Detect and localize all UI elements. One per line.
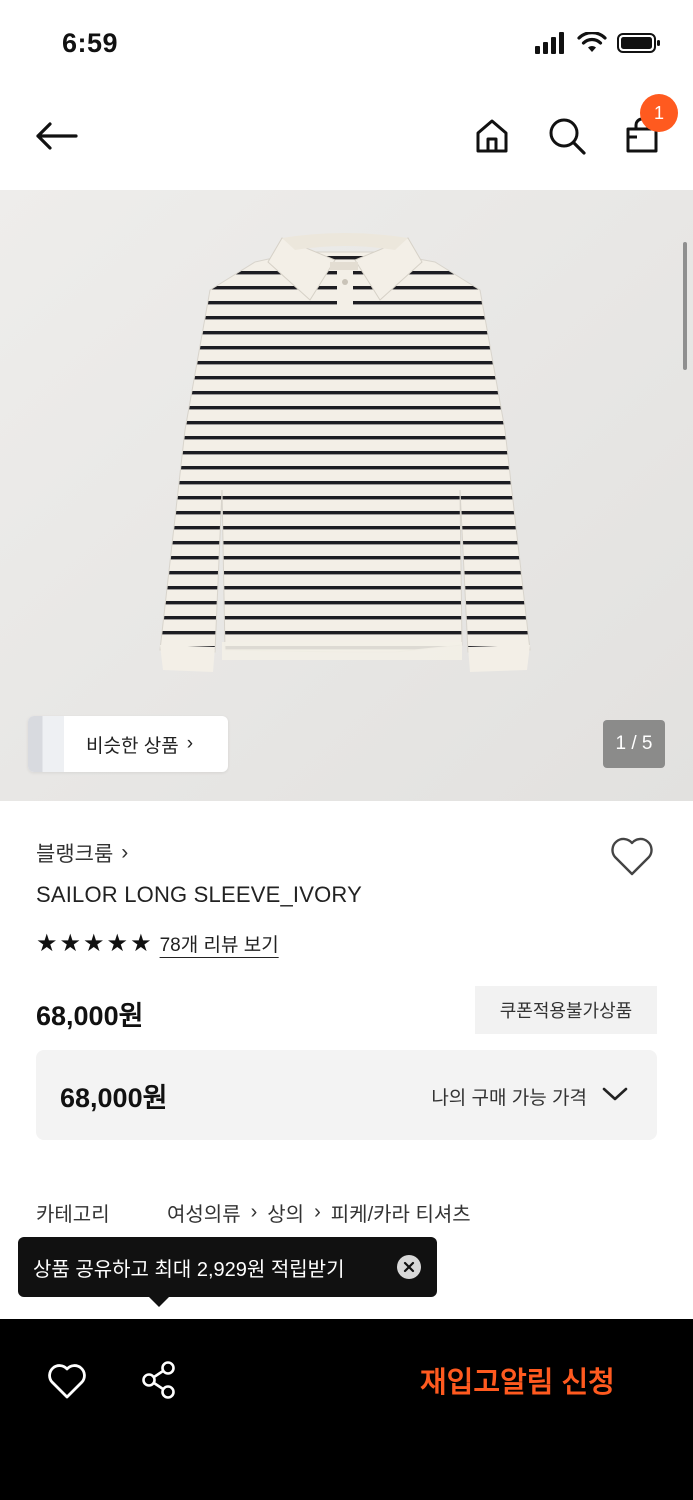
- category-breadcrumb: 카테고리 여성의류 › 상의 › 피케/카라 티셔츠: [36, 1198, 471, 1227]
- coupon-status-badge: 쿠폰적용불가상품: [475, 986, 657, 1034]
- bottom-wishlist-button[interactable]: [46, 1361, 88, 1401]
- tooltip-close-button[interactable]: [397, 1255, 421, 1279]
- cart-count-badge: 1: [640, 94, 678, 132]
- category-title: 카테고리: [36, 1204, 110, 1226]
- status-icons: [535, 32, 661, 54]
- image-page-indicator: 1 / 5: [603, 720, 665, 768]
- category-crumb-top[interactable]: 상의: [267, 1198, 304, 1227]
- star-icon: ★: [130, 929, 152, 957]
- search-button[interactable]: [543, 112, 591, 160]
- star-icon: ★: [59, 929, 82, 957]
- similar-product-thumbnail: [28, 716, 64, 772]
- back-button[interactable]: [30, 114, 82, 158]
- category-crumb-pique[interactable]: 피케/카라 티셔츠: [331, 1198, 471, 1227]
- restock-alert-button[interactable]: 재입고알림 신청: [420, 1359, 615, 1401]
- product-name: SAILOR LONG SLEEVE_IVORY: [36, 882, 362, 907]
- rating-row: ★ ★ ★ ★ ★ 78개 리뷰 보기: [36, 930, 279, 957]
- product-photo-sweater: [0, 190, 693, 801]
- tooltip-text: 상품 공유하고 최대 2,929원 적립받기: [33, 1258, 345, 1281]
- my-price-label: 나의 구매 가능 가격: [431, 1088, 587, 1109]
- brand-name: 블랭크룸: [36, 843, 114, 866]
- tooltip-arrow: [149, 1297, 169, 1307]
- star-icon: ★: [36, 929, 58, 957]
- status-time: 6:59: [62, 28, 119, 58]
- arrow-left-icon: [36, 122, 78, 150]
- share-reward-tooltip: 상품 공유하고 최대 2,929원 적립받기: [18, 1237, 437, 1307]
- similar-products-label: 비슷한 상품: [86, 735, 179, 757]
- reviews-link[interactable]: 78개 리뷰 보기: [160, 930, 279, 957]
- bottom-action-bar: 재입고알림 신청: [0, 1319, 693, 1500]
- home-icon: [476, 119, 508, 153]
- product-price: 68,000원: [36, 1001, 144, 1031]
- signal-icon: [535, 32, 564, 54]
- star-icon: ★: [106, 929, 129, 957]
- heart-icon: [611, 837, 653, 876]
- my-price-dropdown[interactable]: 68,000원 나의 구매 가능 가격: [36, 1050, 657, 1140]
- wifi-icon: [577, 32, 607, 52]
- close-icon: [403, 1261, 415, 1273]
- heart-icon: [48, 1364, 86, 1399]
- my-price-value: 68,000원: [60, 1083, 168, 1113]
- category-crumb-women[interactable]: 여성의류: [167, 1198, 241, 1227]
- status-bar: 6:59: [0, 0, 693, 90]
- wishlist-button[interactable]: [608, 834, 658, 880]
- home-button[interactable]: [468, 112, 516, 160]
- star-icon: ★: [83, 929, 105, 957]
- battery-icon: [617, 33, 660, 53]
- chevron-right-icon: ›: [314, 1201, 321, 1223]
- share-icon: [142, 1361, 175, 1399]
- search-icon: [549, 118, 586, 155]
- star-rating: ★ ★ ★ ★ ★: [36, 929, 152, 957]
- scrollbar[interactable]: [683, 242, 687, 370]
- product-image-gallery[interactable]: 비슷한 상품 › 1 / 5: [0, 190, 693, 801]
- chevron-right-icon: ›: [121, 841, 129, 864]
- share-button[interactable]: [139, 1359, 179, 1401]
- brand-link[interactable]: 블랭크룸 ›: [36, 838, 128, 868]
- chevron-down-icon: [602, 1087, 628, 1101]
- chevron-right-icon: ›: [186, 733, 194, 754]
- chevron-right-icon: ›: [250, 1201, 258, 1223]
- similar-products-button[interactable]: 비슷한 상품 ›: [28, 716, 228, 772]
- top-nav: [0, 90, 693, 190]
